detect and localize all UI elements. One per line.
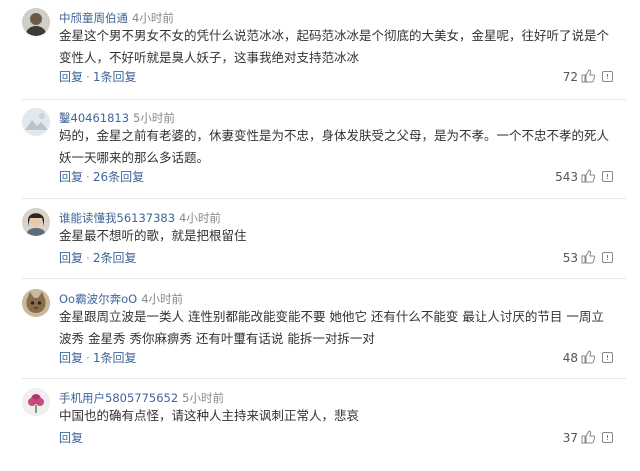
comment-header: 中颀童周伯通 4小时前	[59, 10, 174, 26]
like-count: 53	[562, 251, 578, 265]
divider	[22, 278, 626, 279]
comment-actions: 回复 · 1条回复	[59, 69, 136, 85]
comment-text: 中国也的确有点怪，请这种人主持来讽刺正常人，悲哀	[59, 405, 609, 427]
separator-dot: ·	[86, 70, 90, 84]
thumbs-up-icon[interactable]	[581, 250, 595, 264]
comment-text-line: 波秀 金星秀 秀你麻痹秀 还有叶璽有话说 能拆一对拆一对	[59, 331, 375, 346]
thumbs-up-icon[interactable]	[581, 350, 595, 364]
comment-text: 金星跟周立波是一类人 连性别都能改能变能不要 她他它 还有什么不能变 最让人讨厌…	[59, 306, 609, 350]
comment-text: 金星最不想听的歌，就是把根留住	[59, 225, 609, 247]
avatar[interactable]	[22, 289, 50, 317]
replies-count-link[interactable]: 1条回复	[93, 70, 137, 84]
comment-text-line: 中国也的确有点怪，请这种人主持来讽刺正常人，悲哀	[59, 408, 360, 423]
thumbs-up-icon[interactable]	[581, 69, 595, 83]
reply-button[interactable]: 回复	[59, 351, 83, 365]
avatar[interactable]	[22, 388, 50, 416]
thumbs-up-icon[interactable]	[581, 169, 595, 183]
divider	[22, 198, 626, 199]
comment-text-line: 妖一天哪来的那么多话题。	[59, 150, 210, 165]
separator-dot: ·	[86, 170, 90, 184]
report-icon[interactable]	[602, 252, 613, 263]
avatar[interactable]	[22, 208, 50, 236]
like-count: 72	[562, 70, 578, 84]
timestamp: 5小时前	[182, 391, 224, 405]
separator-dot: ·	[86, 351, 90, 365]
divider	[22, 378, 626, 379]
username-link[interactable]: 中颀童周伯通	[59, 11, 128, 25]
comment-text-line: 变性人，不好听就是臭人妖子，这事我绝对支持范冰冰	[59, 50, 360, 65]
thumbs-up-icon[interactable]	[581, 430, 595, 444]
comment-text-line: 金星最不想听的歌，就是把根留住	[59, 228, 247, 243]
comment-actions: 回复 · 1条回复	[59, 350, 136, 366]
username-link[interactable]: 手机用户5805775652	[59, 391, 178, 405]
like-count: 48	[562, 351, 578, 365]
like-count: 543	[555, 170, 578, 184]
comment-actions: 回复	[59, 430, 83, 446]
replies-count-link[interactable]: 2条回复	[93, 251, 137, 265]
replies-count-link[interactable]: 1条回复	[93, 351, 137, 365]
timestamp: 4小时前	[141, 292, 184, 306]
comment-header: Oo霸波尔奔oO 4小时前	[59, 291, 183, 307]
username-link[interactable]: 谁能读懂我56137383	[59, 211, 175, 225]
report-icon[interactable]	[602, 352, 613, 363]
report-icon[interactable]	[602, 432, 613, 443]
comment-text: 金星这个男不男女不女的凭什么说范冰冰，起码范冰冰是个彻底的大美女，金星呢，往好听…	[59, 25, 609, 69]
comment-header: 鑿40461813 5小时前	[59, 110, 175, 126]
report-icon[interactable]	[602, 71, 613, 82]
timestamp: 5小时前	[133, 111, 175, 125]
comment-text-line: 金星这个男不男女不女的凭什么说范冰冰，起码范冰冰是个彻底的大美女，金星呢，往好听…	[59, 28, 609, 43]
username-link[interactable]: 鑿40461813	[59, 111, 129, 125]
like-count: 37	[562, 431, 578, 445]
separator-dot: ·	[86, 251, 90, 265]
reply-button[interactable]: 回复	[59, 251, 83, 265]
comment-actions: 回复 · 2条回复	[59, 250, 136, 266]
timestamp: 4小时前	[179, 211, 221, 225]
avatar[interactable]	[22, 8, 50, 36]
report-icon[interactable]	[602, 171, 613, 182]
reply-button[interactable]: 回复	[59, 431, 83, 445]
timestamp: 4小时前	[132, 11, 174, 25]
comment-text-line: 金星跟周立波是一类人 连性别都能改能变能不要 她他它 还有什么不能变 最让人讨厌…	[59, 309, 604, 324]
divider	[22, 99, 626, 100]
avatar[interactable]	[22, 108, 50, 136]
comment-text: 妈的，金星之前有老婆的，休妻变性是为不忠，身体发肤受之父母，是为不孝。一个不忠不…	[59, 125, 609, 169]
replies-count-link[interactable]: 26条回复	[93, 170, 144, 184]
comment-header: 谁能读懂我56137383 4小时前	[59, 210, 221, 226]
comment-actions: 回复 · 26条回复	[59, 169, 144, 185]
comment-header: 手机用户5805775652 5小时前	[59, 390, 224, 406]
username-link[interactable]: Oo霸波尔奔oO	[59, 292, 137, 306]
comment-text-line: 妈的，金星之前有老婆的，休妻变性是为不忠，身体发肤受之父母，是为不孝。一个不忠不…	[59, 128, 609, 143]
reply-button[interactable]: 回复	[59, 170, 83, 184]
reply-button[interactable]: 回复	[59, 70, 83, 84]
